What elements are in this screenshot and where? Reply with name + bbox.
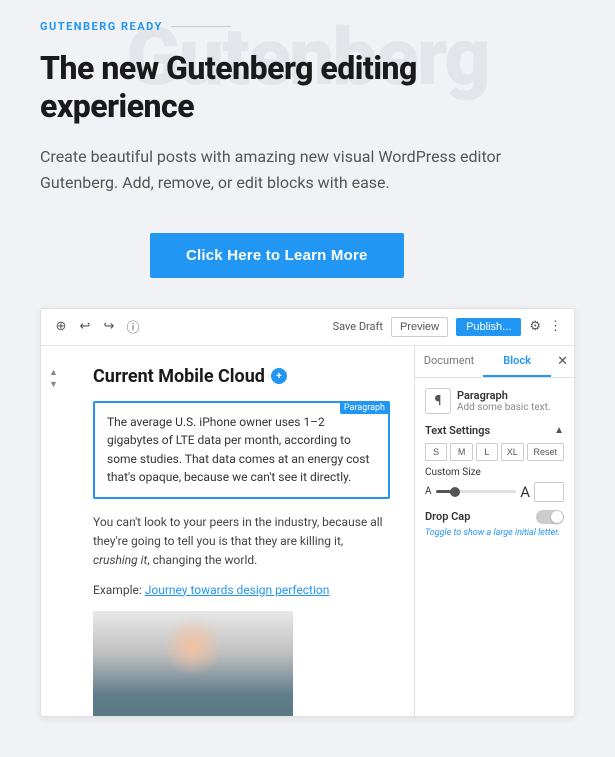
example-link[interactable]: Journey towards design perfection (145, 583, 330, 597)
block-type-info: ¶ Paragraph Add some basic text. (425, 388, 564, 414)
badge-text: GUTENBERG READY (40, 20, 163, 33)
article-title: Current Mobile Cloud + (65, 366, 390, 387)
tab-block[interactable]: Block (483, 346, 551, 377)
save-draft-button[interactable]: Save Draft (333, 320, 383, 333)
text-settings-section: Text Settings ▲ (425, 424, 564, 437)
article-title-text: Current Mobile Cloud (93, 366, 265, 387)
photo-block (93, 611, 293, 716)
redo-icon[interactable]: ↪ (101, 319, 117, 335)
wordpress-icon[interactable]: ⊕ (53, 319, 69, 335)
toolbar-left: ⊕ ↩ ↪ ⓘ (53, 319, 141, 335)
toggle-thumb (551, 511, 563, 523)
gutenberg-badge: GUTENBERG READY (40, 20, 575, 33)
editor-content-area: ▲ ▼ Current Mobile Cloud + Paragraph The… (41, 346, 414, 716)
font-size-slider[interactable] (436, 490, 517, 493)
block-type-icon: ¶ (425, 388, 451, 414)
panel-close-button[interactable]: ✕ (551, 346, 574, 377)
text-size-row: S M L XL Reset (425, 443, 564, 461)
text-settings-chevron[interactable]: ▲ (554, 425, 564, 436)
size-m-button[interactable]: M (450, 443, 472, 461)
panel-body: ¶ Paragraph Add some basic text. Text Se… (415, 378, 574, 716)
custom-size-label: Custom Size (425, 467, 564, 478)
reset-button[interactable]: Reset (527, 443, 565, 461)
size-l-button[interactable]: L (476, 443, 498, 461)
text-settings-label: Text Settings (425, 424, 490, 437)
photo-person (93, 611, 293, 716)
cta-button[interactable]: Click Here to Learn More (150, 233, 404, 278)
editor-body: ▲ ▼ Current Mobile Cloud + Paragraph The… (41, 346, 574, 716)
more-options-icon[interactable]: ⋮ (549, 319, 562, 334)
slider-thumb (450, 487, 460, 497)
toolbar-right: Save Draft Preview Publish... ⚙ ⋮ (333, 317, 562, 337)
undo-icon[interactable]: ↩ (77, 319, 93, 335)
font-size-large-a: A (520, 483, 530, 501)
editor-preview: ⊕ ↩ ↪ ⓘ Save Draft Preview Publish... ⚙ … (40, 308, 575, 717)
paragraph-block[interactable]: Paragraph The average U.S. iPhone owner … (93, 401, 390, 499)
drop-cap-label: Drop Cap (425, 510, 470, 523)
body-paragraph: You can't look to your peers in the indu… (93, 513, 390, 571)
editor-toolbar: ⊕ ↩ ↪ ⓘ Save Draft Preview Publish... ⚙ … (41, 309, 574, 346)
publish-button[interactable]: Publish... (456, 318, 521, 336)
custom-size-input[interactable] (534, 482, 564, 502)
size-s-button[interactable]: S (425, 443, 447, 461)
preview-button[interactable]: Preview (391, 317, 448, 337)
tab-document[interactable]: Document (415, 346, 483, 377)
add-block-icon[interactable]: + (271, 368, 287, 384)
block-type-name: Paragraph (457, 389, 551, 402)
block-controls: ▲ ▼ (49, 368, 58, 392)
block-up-arrow[interactable]: ▲ (49, 368, 58, 379)
paragraph-tag: Paragraph (340, 402, 389, 414)
block-type-hint: Add some basic text. (457, 402, 551, 413)
block-down-arrow[interactable]: ▼ (49, 380, 58, 391)
paragraph-block-text: The average U.S. iPhone owner uses 1–2 g… (107, 413, 376, 487)
drop-cap-row: Drop Cap (425, 510, 564, 524)
font-size-small-a: A (425, 486, 432, 497)
panel-tabs: Document Block ✕ (415, 346, 574, 378)
example-line: Example: Journey towards design perfecti… (93, 583, 390, 597)
hero-section: Gutenberg GUTENBERG READY The new Gutenb… (0, 0, 615, 757)
main-description: Create beautiful posts with amazing new … (40, 144, 560, 197)
drop-cap-toggle[interactable] (536, 510, 564, 524)
example-prefix: Example: (93, 583, 142, 597)
size-xl-button[interactable]: XL (501, 443, 523, 461)
settings-icon[interactable]: ⚙ (529, 319, 541, 334)
drop-cap-hint: Toggle to show a large initial letter. (425, 528, 564, 538)
info-icon[interactable]: ⓘ (125, 319, 141, 335)
custom-size-row: A A (425, 482, 564, 502)
main-heading: The new Gutenberg editing experience (40, 49, 575, 126)
editor-panel: Document Block ✕ ¶ Paragraph Add some ba… (414, 346, 574, 716)
